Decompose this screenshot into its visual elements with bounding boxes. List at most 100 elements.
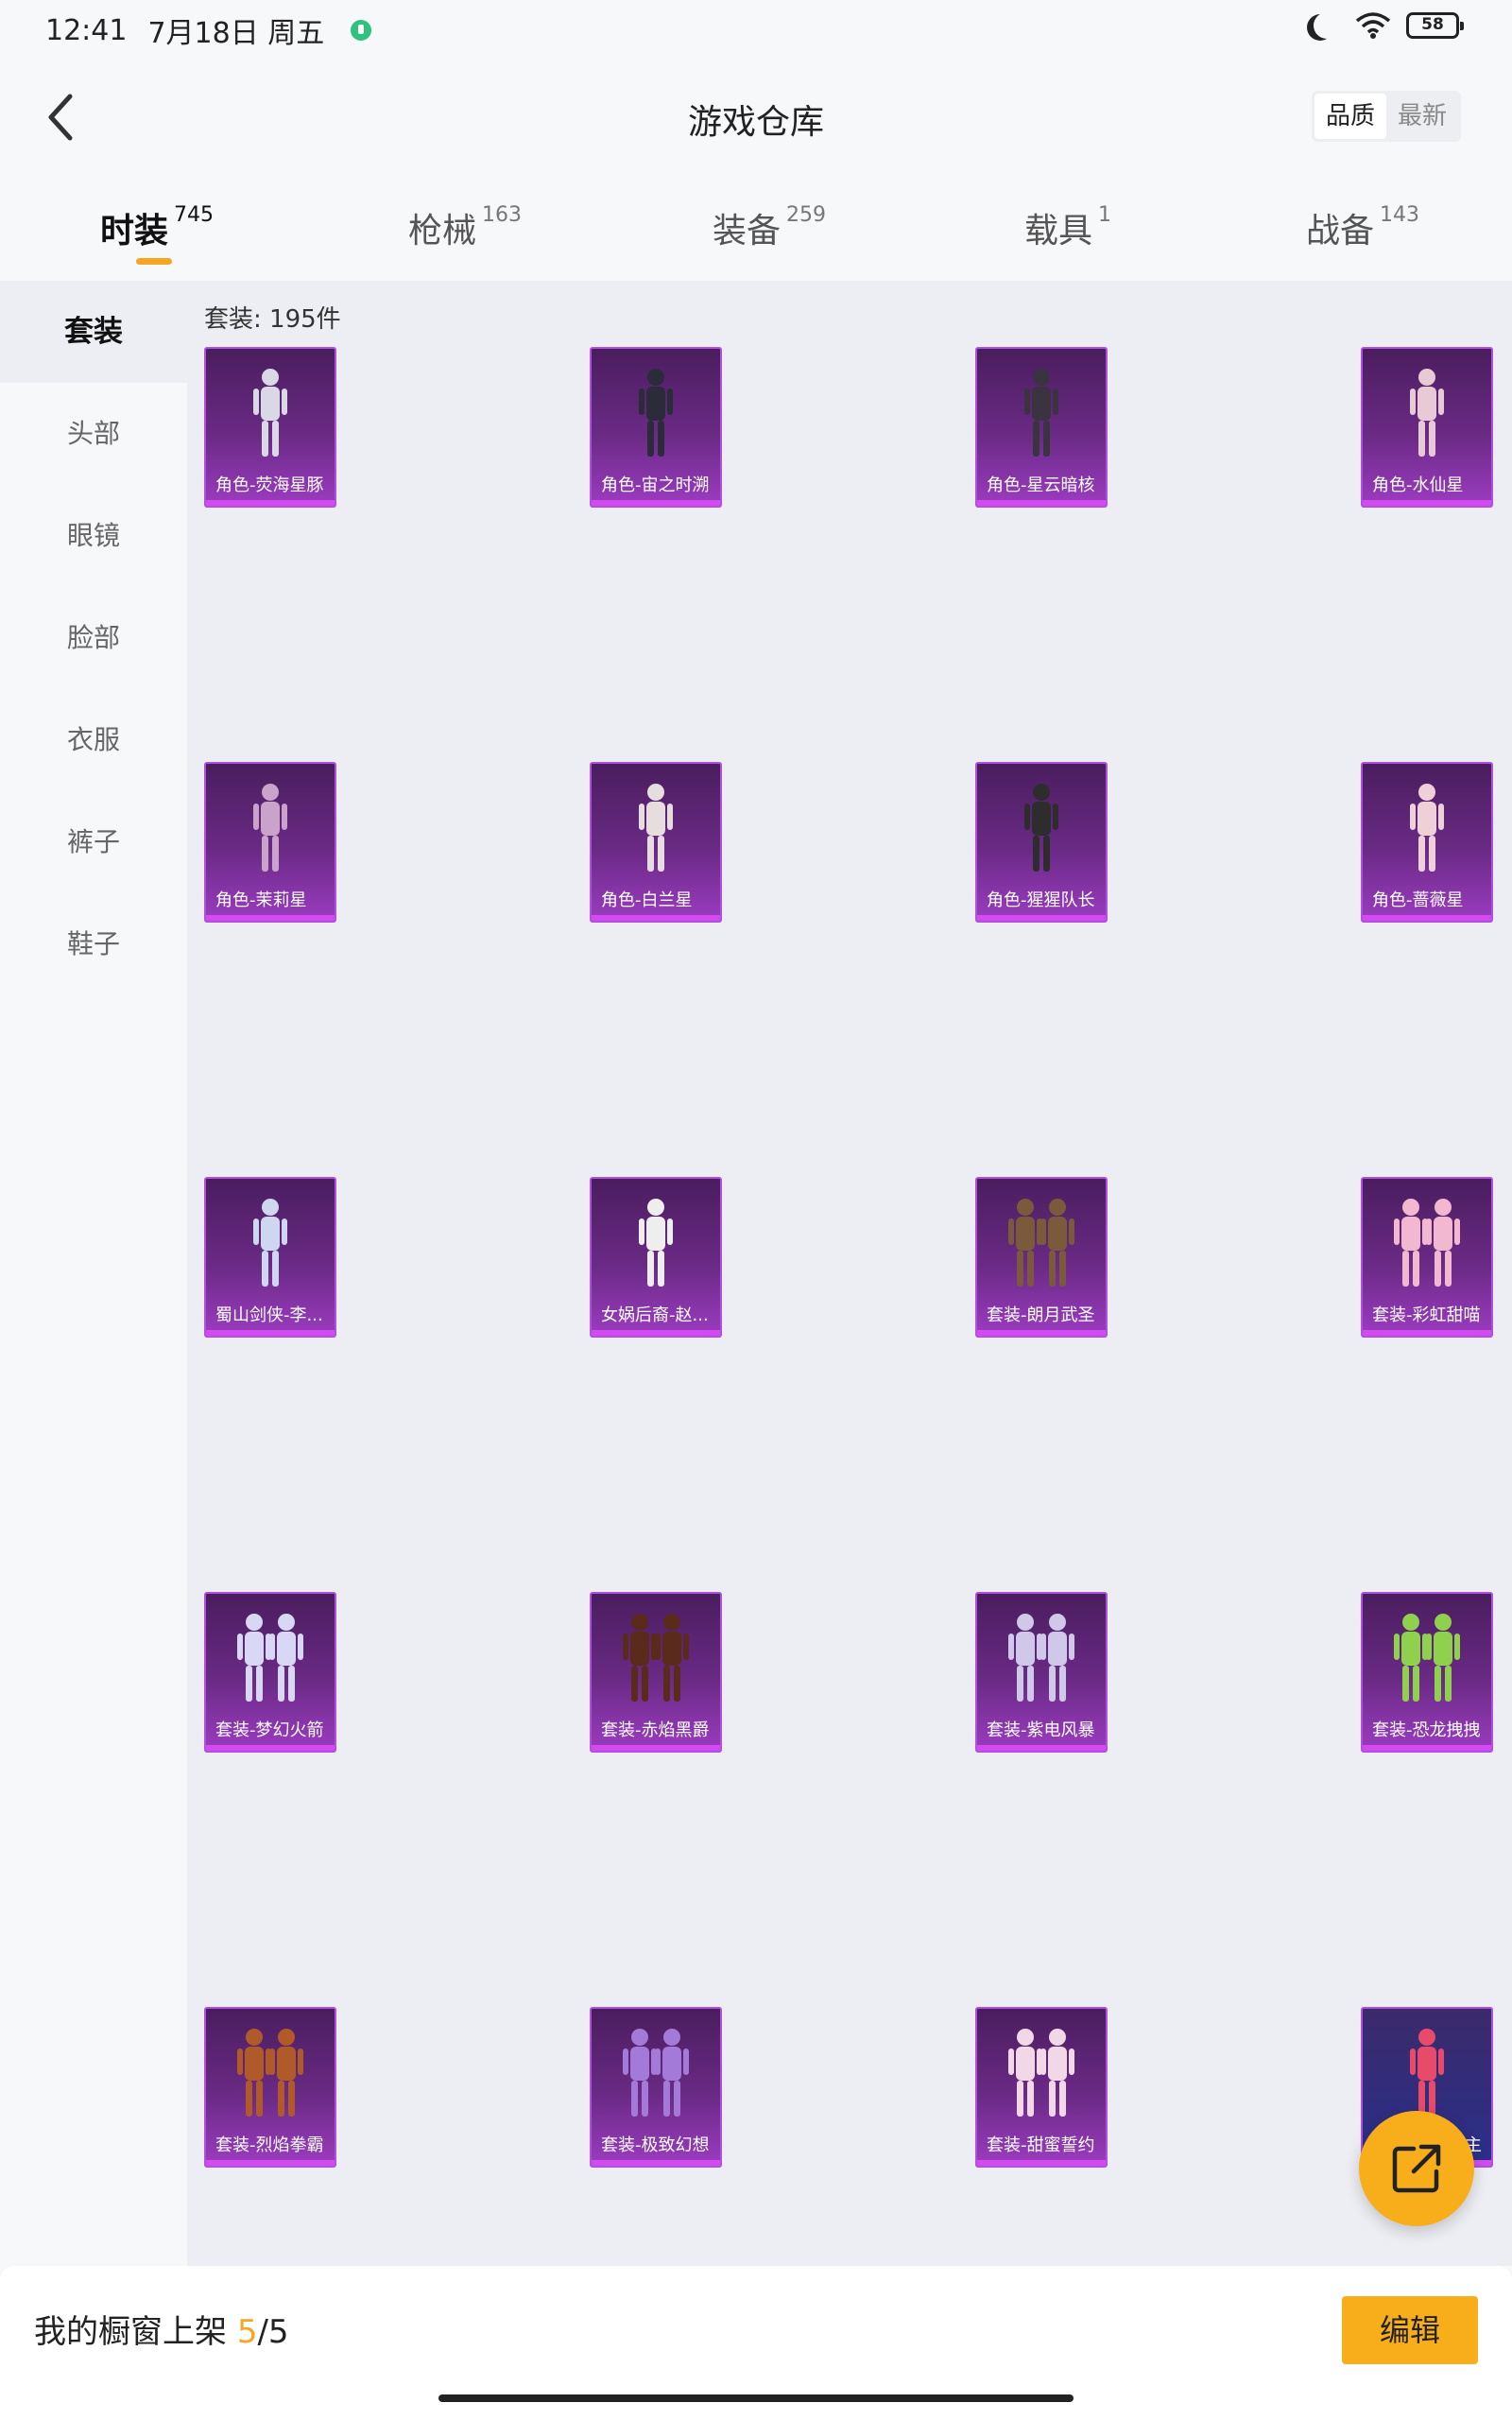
item-card[interactable]: 套装-梦幻火箭 bbox=[204, 1592, 336, 1753]
tab-count: 259 bbox=[786, 203, 827, 227]
page-title: 游戏仓库 bbox=[687, 103, 824, 142]
character-figure-image bbox=[1394, 1199, 1460, 1287]
item-card[interactable]: 女娲后裔-赵... bbox=[590, 1177, 722, 1338]
item-name: 套装-紫电风暴 bbox=[987, 1720, 1095, 1740]
item-card[interactable]: 角色-星云暗核 bbox=[975, 347, 1108, 508]
item-name: 角色-茉莉星 bbox=[215, 890, 307, 910]
home-indicator[interactable] bbox=[438, 2394, 1074, 2402]
sidebar-item-clothes[interactable]: 衣服 bbox=[0, 689, 187, 791]
showcase-current-count: 5 bbox=[236, 2313, 258, 2351]
character-figure-image bbox=[1410, 784, 1444, 872]
character-figure-image bbox=[639, 1199, 673, 1287]
share-button[interactable] bbox=[1359, 2111, 1474, 2226]
item-card[interactable]: 套装-紫电风暴 bbox=[975, 1592, 1108, 1753]
item-card[interactable]: 角色-猩猩队长 bbox=[975, 762, 1108, 923]
character-figure-image bbox=[1008, 1199, 1074, 1287]
status-left: 12:41 7月18日 周五 bbox=[45, 9, 372, 51]
tab-count: 745 bbox=[174, 203, 215, 227]
item-name: 角色-蔷薇星 bbox=[1372, 890, 1464, 910]
item-name: 角色-水仙星 bbox=[1372, 475, 1464, 495]
tab-label: 战备 bbox=[1306, 212, 1375, 251]
tab-count: 1 bbox=[1098, 203, 1112, 227]
item-name: 角色-星云暗核 bbox=[987, 475, 1095, 495]
item-name: 套装-赤焰黑爵 bbox=[601, 1720, 710, 1740]
showcase-label: 我的橱窗上架 bbox=[34, 2313, 227, 2351]
item-name: 套装-朗月武圣 bbox=[987, 1305, 1095, 1325]
sidebar-item-suits[interactable]: 套装 bbox=[0, 281, 187, 383]
status-date: 7月18日 周五 bbox=[147, 17, 325, 50]
showcase-status: 我的橱窗上架 5/5 bbox=[34, 2306, 289, 2352]
wifi-icon bbox=[1355, 12, 1391, 39]
item-card[interactable]: 角色-水仙星 bbox=[1361, 347, 1493, 508]
item-card[interactable]: 套装-彩虹甜喵 bbox=[1361, 1177, 1493, 1338]
tab-label: 时装 bbox=[100, 212, 169, 251]
bottom-bar: 我的橱窗上架 5/5 编辑 bbox=[0, 2266, 1512, 2420]
character-figure-image bbox=[639, 784, 673, 872]
do-not-disturb-icon bbox=[1314, 12, 1340, 39]
item-card[interactable]: 角色-茉莉星 bbox=[204, 762, 336, 923]
item-card[interactable]: 套装-朗月武圣 bbox=[975, 1177, 1108, 1338]
item-card[interactable]: 套装-极致幻想 bbox=[590, 2007, 722, 2168]
item-name: 角色-猩猩队长 bbox=[987, 890, 1095, 910]
item-card[interactable]: 套装-甜蜜誓约 bbox=[975, 2007, 1108, 2168]
item-card[interactable]: 套装-赤焰黑爵 bbox=[590, 1592, 722, 1753]
sort-toggle: 品质 最新 bbox=[1311, 91, 1461, 142]
item-name: 套装-彩虹甜喵 bbox=[1372, 1305, 1481, 1325]
character-figure-image bbox=[1008, 1614, 1074, 1702]
sidebar-item-face[interactable]: 脸部 bbox=[0, 587, 187, 689]
showcase-total: /5 bbox=[257, 2313, 289, 2351]
sort-quality-button[interactable]: 品质 bbox=[1314, 94, 1386, 139]
tab-equipment[interactable]: 装备 259 bbox=[713, 203, 826, 260]
category-tabs: 时装 745 枪械 163 装备 259 载具 1 战备 143 bbox=[0, 177, 1512, 281]
item-card[interactable]: 蜀山剑侠-李... bbox=[204, 1177, 336, 1338]
item-name: 套装-甜蜜誓约 bbox=[987, 2135, 1095, 2155]
sort-newest-button[interactable]: 最新 bbox=[1386, 94, 1458, 139]
tab-label: 装备 bbox=[713, 212, 782, 251]
item-name: 角色-宙之时溯 bbox=[601, 475, 710, 495]
tab-guns[interactable]: 枪械 163 bbox=[408, 203, 522, 260]
tab-count: 143 bbox=[1380, 203, 1420, 227]
item-card[interactable]: 角色-宙之时溯 bbox=[590, 347, 722, 508]
sidebar-item-head[interactable]: 头部 bbox=[0, 383, 187, 485]
character-figure-image bbox=[639, 369, 673, 457]
item-name: 套装-烈焰拳霸 bbox=[215, 2135, 324, 2155]
item-name: 女娲后裔-赵... bbox=[601, 1305, 709, 1325]
character-figure-image bbox=[1024, 784, 1058, 872]
item-card[interactable]: 角色-荧海星豚 bbox=[204, 347, 336, 508]
battery-level: 58 bbox=[1421, 15, 1444, 34]
sidebar-item-glasses[interactable]: 眼镜 bbox=[0, 485, 187, 587]
item-card[interactable]: 角色-白兰星 bbox=[590, 762, 722, 923]
active-tab-indicator bbox=[136, 258, 172, 265]
item-name: 套装-极致幻想 bbox=[601, 2135, 710, 2155]
item-name: 角色-白兰星 bbox=[601, 890, 693, 910]
character-figure-image bbox=[237, 2029, 303, 2117]
app-notification-icon bbox=[351, 20, 372, 41]
tab-label: 枪械 bbox=[408, 212, 477, 251]
item-name: 蜀山剑侠-李... bbox=[215, 1305, 323, 1325]
tab-vehicles[interactable]: 载具 1 bbox=[1024, 203, 1111, 260]
character-figure-image bbox=[1410, 2029, 1444, 2117]
character-figure-image bbox=[623, 1614, 689, 1702]
character-figure-image bbox=[1394, 1614, 1460, 1702]
sidebar-item-pants[interactable]: 裤子 bbox=[0, 791, 187, 893]
character-figure-image bbox=[1410, 369, 1444, 457]
sidebar-item-shoes[interactable]: 鞋子 bbox=[0, 893, 187, 995]
item-count-label: 套装: 195件 bbox=[204, 305, 341, 334]
status-bar: 12:41 7月18日 周五 58 bbox=[0, 0, 1512, 59]
item-card[interactable]: 套装-烈焰拳霸 bbox=[204, 2007, 336, 2168]
sidebar: 套装 头部 眼镜 脸部 衣服 裤子 鞋子 bbox=[0, 281, 187, 2266]
item-card[interactable]: 角色-蔷薇星 bbox=[1361, 762, 1493, 923]
tab-fashion[interactable]: 时装 745 bbox=[100, 203, 215, 265]
status-time: 12:41 bbox=[45, 13, 128, 47]
status-right: 58 bbox=[1304, 11, 1464, 40]
item-name: 套装-恐龙拽拽 bbox=[1372, 1720, 1481, 1740]
character-figure-image bbox=[1024, 369, 1058, 457]
character-figure-image bbox=[237, 1614, 303, 1702]
character-figure-image bbox=[253, 1199, 287, 1287]
tab-count: 163 bbox=[482, 203, 523, 227]
header: 游戏仓库 品质 最新 bbox=[0, 59, 1512, 177]
item-card[interactable]: 套装-恐龙拽拽 bbox=[1361, 1592, 1493, 1753]
character-figure-image bbox=[623, 2029, 689, 2117]
edit-button[interactable]: 编辑 bbox=[1342, 2296, 1478, 2364]
tab-combat-gear[interactable]: 战备 143 bbox=[1306, 203, 1419, 260]
